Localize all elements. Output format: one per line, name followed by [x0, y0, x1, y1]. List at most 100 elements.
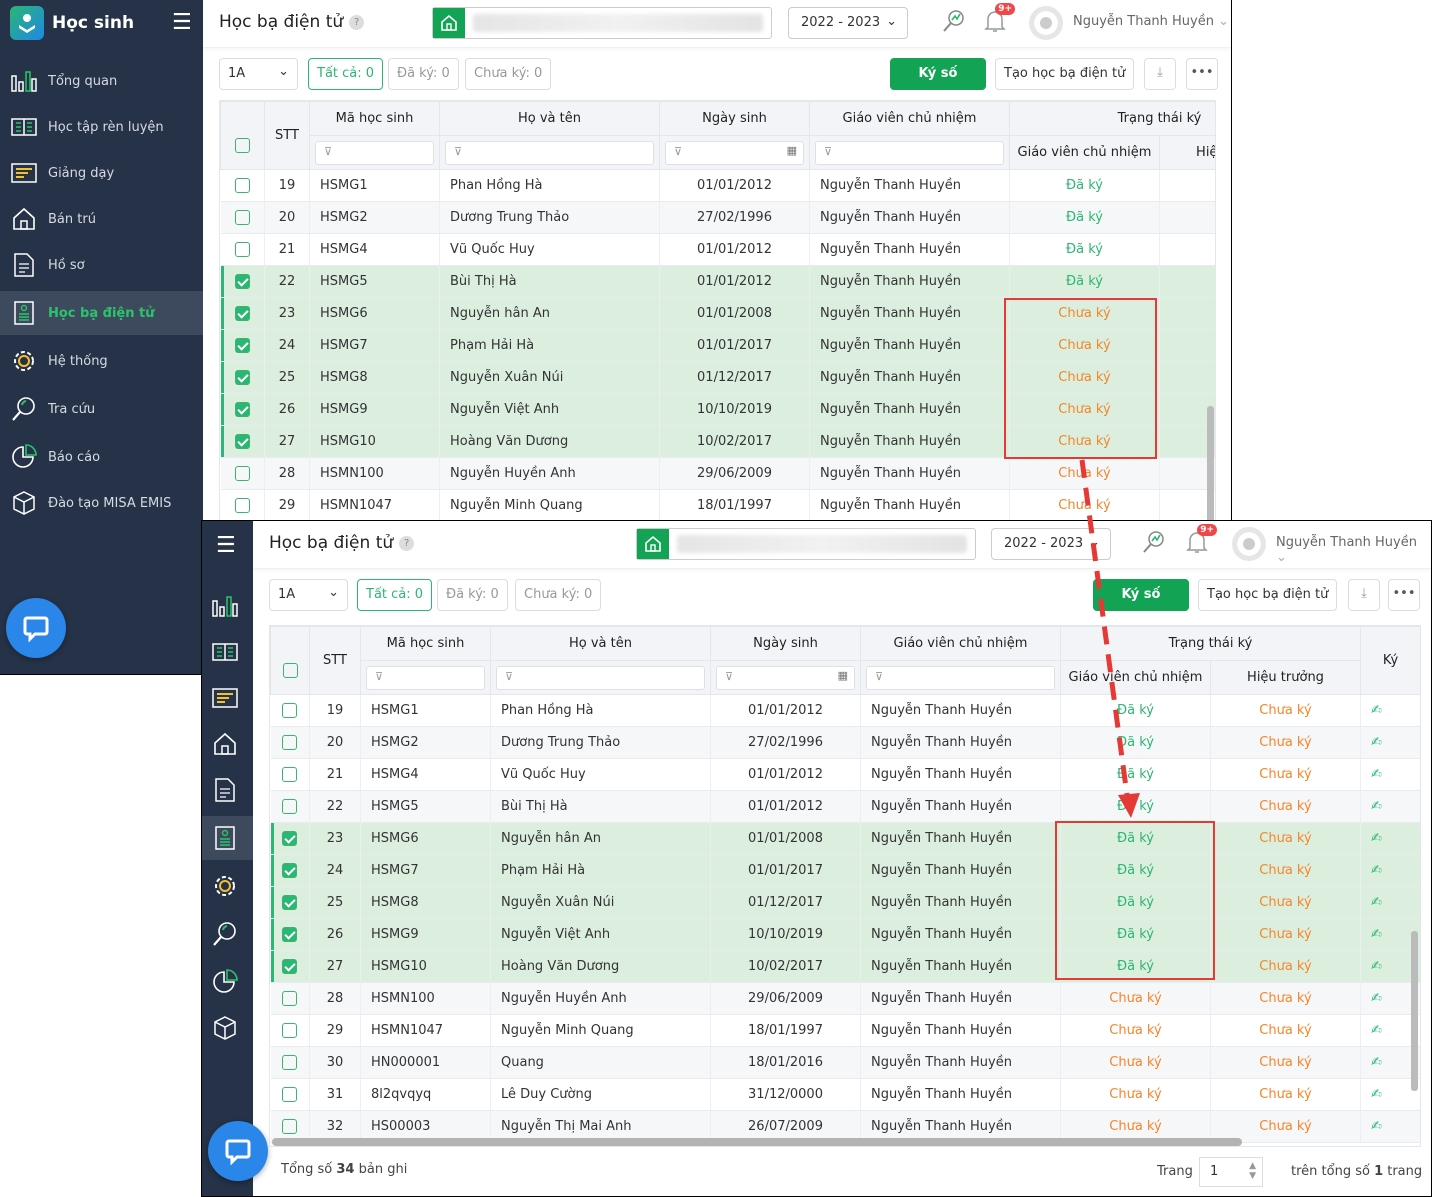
table-row[interactable]: 25 HSMG8 Nguyễn Xuân Núi 01/12/2017 Nguyễn T…: [270, 886, 1420, 919]
row-checkbox[interactable]: [282, 895, 298, 910]
sidebar-item-5[interactable]: [202, 768, 253, 812]
user-menu[interactable]: Nguyễn Thanh Huyền ⌄: [1276, 535, 1431, 565]
filter-all-button[interactable]: Tất cả: 0: [357, 579, 433, 611]
sidebar-item-6[interactable]: Học bạ điện tử: [0, 291, 203, 335]
stepper-icon[interactable]: ▲ ▼: [1249, 1161, 1256, 1181]
row-checkbox[interactable]: [282, 799, 298, 814]
class-select[interactable]: 1A ⌄: [219, 58, 298, 90]
sidebar-item-8[interactable]: Tra cứu: [0, 387, 203, 431]
sidebar-item-9[interactable]: Báo cáo: [0, 435, 203, 479]
table-row[interactable]: 20 HSMG2 Dương Trung Thảo 27/02/1996 Nguyễn …: [220, 201, 1215, 234]
table-row[interactable]: 27 HSMG10 Hoàng Văn Dương 10/02/2017 Nguyễn …: [270, 950, 1420, 983]
row-checkbox[interactable]: [282, 863, 298, 878]
table-row[interactable]: 28 HSMN100 Nguyễn Huyền Anh 29/06/2009 Nguyễ…: [220, 457, 1215, 490]
row-checkbox[interactable]: [234, 274, 250, 289]
row-checkbox[interactable]: [282, 1119, 298, 1134]
table-row[interactable]: 23 HSMG6 Nguyễn hân An 01/01/2008 Nguyễn Tha…: [270, 822, 1420, 855]
vertical-scrollbar[interactable]: [1411, 931, 1418, 1091]
table-row[interactable]: 21 HSMG4 Vũ Quốc Huy 01/01/2012 Nguyễn Thanh…: [270, 758, 1420, 791]
menu-toggle-icon[interactable]: ☰: [216, 535, 236, 557]
row-checkbox[interactable]: [234, 178, 250, 193]
row-checkbox[interactable]: [234, 306, 250, 321]
row-checkbox[interactable]: [282, 703, 298, 718]
user-menu[interactable]: Nguyễn Thanh Huyền ⌄: [1073, 14, 1229, 29]
filter-all-button[interactable]: Tất cả: 0: [308, 58, 384, 90]
more-options-icon[interactable]: •••: [1186, 58, 1218, 90]
filter-unsigned-button[interactable]: Chưa ký: 0: [465, 58, 552, 90]
filter-input-code[interactable]: ⊽: [315, 140, 434, 165]
bell-icon[interactable]: 9+: [1185, 524, 1217, 555]
school-year-select[interactable]: 2022 - 2023 ⌄: [788, 7, 908, 39]
row-checkbox[interactable]: [282, 1023, 298, 1038]
signature-icon[interactable]: ✍: [1371, 1023, 1382, 1038]
sidebar-item-8[interactable]: [202, 912, 253, 956]
help-icon[interactable]: ?: [399, 535, 415, 551]
analytics-search-icon[interactable]: [1141, 529, 1167, 555]
select-all-checkbox[interactable]: [282, 663, 298, 678]
school-selector[interactable]: [432, 7, 772, 39]
analytics-search-icon[interactable]: [941, 8, 967, 34]
sidebar-item-4[interactable]: Bán trú: [0, 197, 203, 241]
table-row[interactable]: 19 HSMG1 Phan Hồng Hà 01/01/2012 Nguyễn Than…: [270, 694, 1420, 727]
row-checkbox[interactable]: [234, 370, 250, 385]
sidebar-item-3[interactable]: Giảng dạy: [0, 151, 203, 195]
avatar[interactable]: [1029, 6, 1063, 40]
signature-icon[interactable]: ✍: [1371, 735, 1382, 750]
signature-icon[interactable]: ✍: [1371, 991, 1382, 1006]
select-all-checkbox[interactable]: [235, 138, 250, 153]
calendar-icon[interactable]: ▦: [787, 144, 797, 157]
filter-input-dob[interactable]: ⊽ ▦: [716, 665, 855, 690]
table-row[interactable]: 22 HSMG5 Bùi Thị Hà 01/01/2012 Nguyễn Thanh …: [220, 265, 1215, 298]
school-selector[interactable]: [636, 528, 976, 560]
page-number-input[interactable]: 1 ▲ ▼: [1199, 1157, 1263, 1187]
signature-icon[interactable]: ✍: [1371, 1055, 1382, 1070]
table-row[interactable]: 28 HSMN100 Nguyễn Huyền Anh 29/06/2009 Nguyễ…: [270, 982, 1420, 1015]
sidebar-item-1[interactable]: Tổng quan: [0, 59, 203, 103]
signature-icon[interactable]: ✍: [1371, 959, 1382, 974]
horizontal-scrollbar[interactable]: [272, 1138, 1242, 1146]
sidebar-item-2[interactable]: [202, 630, 253, 674]
download-icon[interactable]: ⤓: [1348, 579, 1380, 611]
table-row[interactable]: 30 HN000001 Quang 18/01/2016 Nguyễn Thanh Hu…: [270, 1046, 1420, 1079]
create-record-button[interactable]: Tạo học bạ điện tử: [1198, 579, 1338, 611]
sidebar-item-10[interactable]: [202, 1006, 253, 1050]
table-row[interactable]: 24 HSMG7 Phạm Hải Hà 01/01/2017 Nguyễn Thanh…: [270, 854, 1420, 887]
sidebar-item-4[interactable]: [202, 722, 253, 766]
row-checkbox[interactable]: [282, 991, 298, 1006]
menu-toggle-icon[interactable]: ☰: [172, 12, 192, 34]
filter-signed-button[interactable]: Đã ký: 0: [437, 579, 508, 611]
filter-input-teacher[interactable]: ⊽: [815, 140, 1004, 165]
signature-icon[interactable]: ✍: [1371, 895, 1382, 910]
table-row[interactable]: 26 HSMG9 Nguyễn Việt Anh 10/10/2019 Nguyễn T…: [270, 918, 1420, 951]
sidebar-item-5[interactable]: Hồ sơ: [0, 243, 203, 287]
create-record-button[interactable]: Tạo học bạ điện tử: [995, 58, 1135, 90]
signature-icon[interactable]: ✍: [1371, 831, 1382, 846]
school-home-icon[interactable]: [433, 8, 465, 38]
calendar-icon[interactable]: ▦: [838, 669, 848, 682]
row-checkbox[interactable]: [234, 210, 250, 225]
row-checkbox[interactable]: [234, 338, 250, 353]
sidebar-item-3[interactable]: [202, 676, 253, 720]
filter-input-dob[interactable]: ⊽ ▦: [665, 140, 804, 165]
school-home-icon[interactable]: [637, 529, 669, 559]
signature-icon[interactable]: ✍: [1371, 703, 1382, 718]
row-checkbox[interactable]: [282, 735, 298, 750]
row-checkbox[interactable]: [282, 831, 298, 846]
more-options-icon[interactable]: •••: [1388, 579, 1420, 611]
row-checkbox[interactable]: [282, 1087, 298, 1102]
row-checkbox[interactable]: [234, 498, 250, 513]
table-row[interactable]: 31 8l2qvqyq Lê Duy Cường 31/12/0000 Nguyễn T…: [270, 1078, 1420, 1111]
table-row[interactable]: 19 HSMG1 Phan Hồng Hà 01/01/2012 Nguyễn Than…: [220, 169, 1215, 202]
sidebar-item-7[interactable]: [202, 864, 253, 908]
row-checkbox[interactable]: [282, 1055, 298, 1070]
filter-input-name[interactable]: ⊽: [496, 665, 705, 690]
class-select[interactable]: 1A ⌄: [269, 579, 348, 611]
bell-icon[interactable]: 9+: [983, 3, 1015, 34]
signature-icon[interactable]: ✍: [1371, 1087, 1382, 1102]
sidebar-item-2[interactable]: Học tập rèn luyện: [0, 105, 203, 149]
signature-icon[interactable]: ✍: [1371, 927, 1382, 942]
row-checkbox[interactable]: [282, 767, 298, 782]
signature-icon[interactable]: ✍: [1371, 863, 1382, 878]
table-row[interactable]: 20 HSMG2 Dương Trung Thảo 27/02/1996 Nguyễn …: [270, 726, 1420, 759]
sidebar-item-10[interactable]: Đào tạo MISA EMIS: [0, 481, 203, 525]
